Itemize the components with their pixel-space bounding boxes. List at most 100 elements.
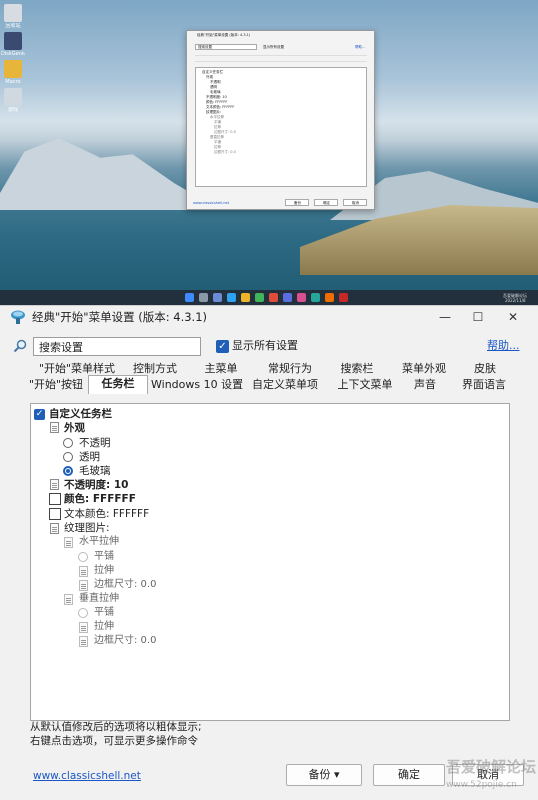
mini-tree-line: 文本颜色: FFFFFF bbox=[206, 105, 235, 109]
customize-taskbar-label[interactable]: 自定义任务栏 bbox=[49, 407, 112, 421]
texture-label[interactable]: 纹理图片: bbox=[64, 521, 110, 535]
mini-tree-line: 毛玻璃 bbox=[210, 90, 221, 94]
settings-window-thumbnail: 经典"开始"菜单设置 (版本: 4.3.1) 搜索设置 显示所有设置 帮助...… bbox=[186, 30, 375, 210]
mini-help: 帮助... bbox=[355, 45, 366, 49]
mini-tree-line: 垂直拉伸 bbox=[210, 135, 224, 139]
v-stretch-label[interactable]: 垂直拉伸 bbox=[79, 592, 119, 606]
mini-tree-line: 不透明度: 10 bbox=[206, 95, 227, 99]
tab-skin[interactable]: 皮肤 bbox=[462, 360, 508, 377]
tab-taskbar[interactable]: 任务栏 bbox=[88, 375, 148, 394]
ok-button[interactable]: 确定 bbox=[373, 764, 445, 786]
mini-tree-panel: 自定义任务栏 外观 不透明 透明 毛玻璃 不透明度: 10 颜色: FFFFFF… bbox=[195, 67, 367, 187]
glass-radio[interactable] bbox=[63, 466, 73, 476]
folder-icon[interactable] bbox=[4, 60, 22, 78]
taskview-icon[interactable] bbox=[213, 293, 222, 302]
document-icon bbox=[50, 479, 59, 490]
wechat-icon[interactable] bbox=[255, 293, 264, 302]
mini-tree-line: 拉伸 bbox=[214, 145, 221, 149]
v-tile-label[interactable]: 平铺 bbox=[94, 606, 114, 620]
h-border-label[interactable]: 边框尺寸: 0.0 bbox=[94, 578, 156, 592]
mini-tree-line: 拉伸 bbox=[214, 125, 221, 129]
grass-island bbox=[300, 205, 538, 275]
game-icon[interactable] bbox=[4, 88, 22, 106]
transparent-label[interactable]: 透明 bbox=[79, 450, 100, 464]
appearance-label[interactable]: 外观 bbox=[64, 421, 85, 435]
tab-custom-menu-items[interactable]: 自定义菜单项 bbox=[245, 376, 325, 393]
mini-tree-line: 边框尺寸: 0.0 bbox=[214, 130, 236, 134]
title-bar[interactable]: 经典"开始"菜单设置 (版本: 4.3.1) — ☐ ✕ bbox=[0, 306, 538, 328]
tab-search-box[interactable]: 搜索栏 bbox=[330, 360, 384, 377]
mini-tree-line: 颜色: FFFFFF bbox=[206, 100, 228, 104]
mini-tree-line: 平铺 bbox=[214, 120, 221, 124]
tab-menu-look[interactable]: 菜单外观 bbox=[392, 360, 456, 377]
v-stretch-option-label[interactable]: 拉伸 bbox=[94, 620, 114, 634]
app-icon[interactable] bbox=[297, 293, 306, 302]
text-color-swatch[interactable] bbox=[49, 508, 61, 520]
mini-tree-line: 边框尺寸: 0.0 bbox=[214, 150, 236, 154]
edge-icon[interactable] bbox=[227, 293, 236, 302]
tab-context-menu[interactable]: 上下文菜单 bbox=[333, 376, 397, 393]
mini-tree-line: 水平拉伸 bbox=[210, 115, 224, 119]
start-icon[interactable] bbox=[185, 293, 194, 302]
app-icon[interactable] bbox=[325, 293, 334, 302]
h-stretch-option-label[interactable]: 拉伸 bbox=[94, 564, 114, 578]
taskbar: 吾爱破解论坛 2022/11/8 bbox=[0, 290, 538, 305]
mini-backup-label: 备份 bbox=[294, 201, 301, 205]
close-button[interactable]: ✕ bbox=[493, 306, 533, 328]
app-icon[interactable] bbox=[283, 293, 292, 302]
glass-label[interactable]: 毛玻璃 bbox=[79, 464, 111, 478]
app-icon[interactable] bbox=[339, 293, 348, 302]
window-title: 经典"开始"菜单设置 (版本: 4.3.1) bbox=[32, 310, 207, 324]
v-tile-radio[interactable] bbox=[78, 608, 88, 618]
tab-windows10-settings[interactable]: Windows 10 设置 bbox=[150, 376, 243, 393]
mini-cancel-button: 取消 bbox=[343, 199, 367, 206]
recycle-bin-icon[interactable] bbox=[4, 4, 22, 22]
tab-sound[interactable]: 声音 bbox=[403, 376, 447, 393]
backup-button[interactable]: 备份 ▾ bbox=[286, 764, 362, 786]
hint-right-click: 右键点击选项，可显示更多操作命令 bbox=[30, 735, 198, 747]
search-icon[interactable] bbox=[199, 293, 208, 302]
help-link[interactable]: 帮助... bbox=[487, 338, 520, 354]
settings-tree[interactable]: ✓ 自定义任务栏 外观 不透明 透明 毛玻璃 不透明度: 10 颜色: FFFF… bbox=[30, 403, 510, 721]
show-all-checkbox[interactable]: ✓ bbox=[216, 340, 229, 353]
tab-main-menu[interactable]: 主菜单 bbox=[193, 360, 249, 377]
opacity-label[interactable]: 不透明度: 10 bbox=[64, 478, 128, 492]
document-icon bbox=[64, 537, 73, 548]
mini-ok-button: 确定 bbox=[314, 199, 338, 206]
v-border-label[interactable]: 边框尺寸: 0.0 bbox=[94, 634, 156, 648]
customize-taskbar-checkbox[interactable]: ✓ bbox=[34, 409, 45, 420]
document-icon bbox=[79, 636, 88, 647]
opaque-label[interactable]: 不透明 bbox=[79, 436, 111, 450]
h-tile-radio[interactable] bbox=[78, 552, 88, 562]
transparent-radio[interactable] bbox=[63, 452, 73, 462]
mini-tree-line: 外观 bbox=[206, 75, 213, 79]
document-icon bbox=[50, 422, 59, 433]
diskgenius-icon[interactable] bbox=[4, 32, 22, 50]
text-color-label[interactable]: 文本颜色: FFFFFF bbox=[64, 507, 149, 521]
classic-shell-icon bbox=[11, 310, 25, 324]
opaque-radio[interactable] bbox=[63, 438, 73, 448]
mini-footer-link: www.classicshell.net bbox=[193, 201, 229, 205]
document-icon bbox=[79, 566, 88, 577]
mini-cancel-label: 取消 bbox=[352, 201, 359, 205]
tab-language[interactable]: 界面语言 bbox=[456, 376, 512, 393]
h-stretch-label[interactable]: 水平拉伸 bbox=[79, 535, 119, 549]
mini-backup-button: 备份 bbox=[285, 199, 309, 206]
tab-start-button[interactable]: "开始"按钮 bbox=[26, 376, 86, 393]
desktop-icon-label: DiskGenius bbox=[1, 51, 25, 57]
search-input[interactable] bbox=[33, 337, 201, 356]
explorer-icon[interactable] bbox=[241, 293, 250, 302]
color-label[interactable]: 颜色: FFFFFF bbox=[64, 492, 136, 506]
search-icon bbox=[13, 339, 27, 353]
app-icon[interactable] bbox=[311, 293, 320, 302]
mini-search-placeholder: 搜索设置 bbox=[198, 45, 212, 49]
tab-general-behavior[interactable]: 常规行为 bbox=[258, 360, 322, 377]
mini-tab-row bbox=[195, 55, 367, 56]
desktop-screenshot: 回收站 DiskGenius Macro 游戏 经典"开始"菜单设置 (版本: … bbox=[0, 0, 538, 305]
desktop-icon-label: 游戏 bbox=[7, 107, 18, 113]
app-icon[interactable] bbox=[269, 293, 278, 302]
maximize-button[interactable]: ☐ bbox=[458, 306, 498, 328]
color-swatch[interactable] bbox=[49, 493, 61, 505]
website-link[interactable]: www.classicshell.net bbox=[33, 770, 141, 782]
h-tile-label[interactable]: 平铺 bbox=[94, 550, 114, 564]
